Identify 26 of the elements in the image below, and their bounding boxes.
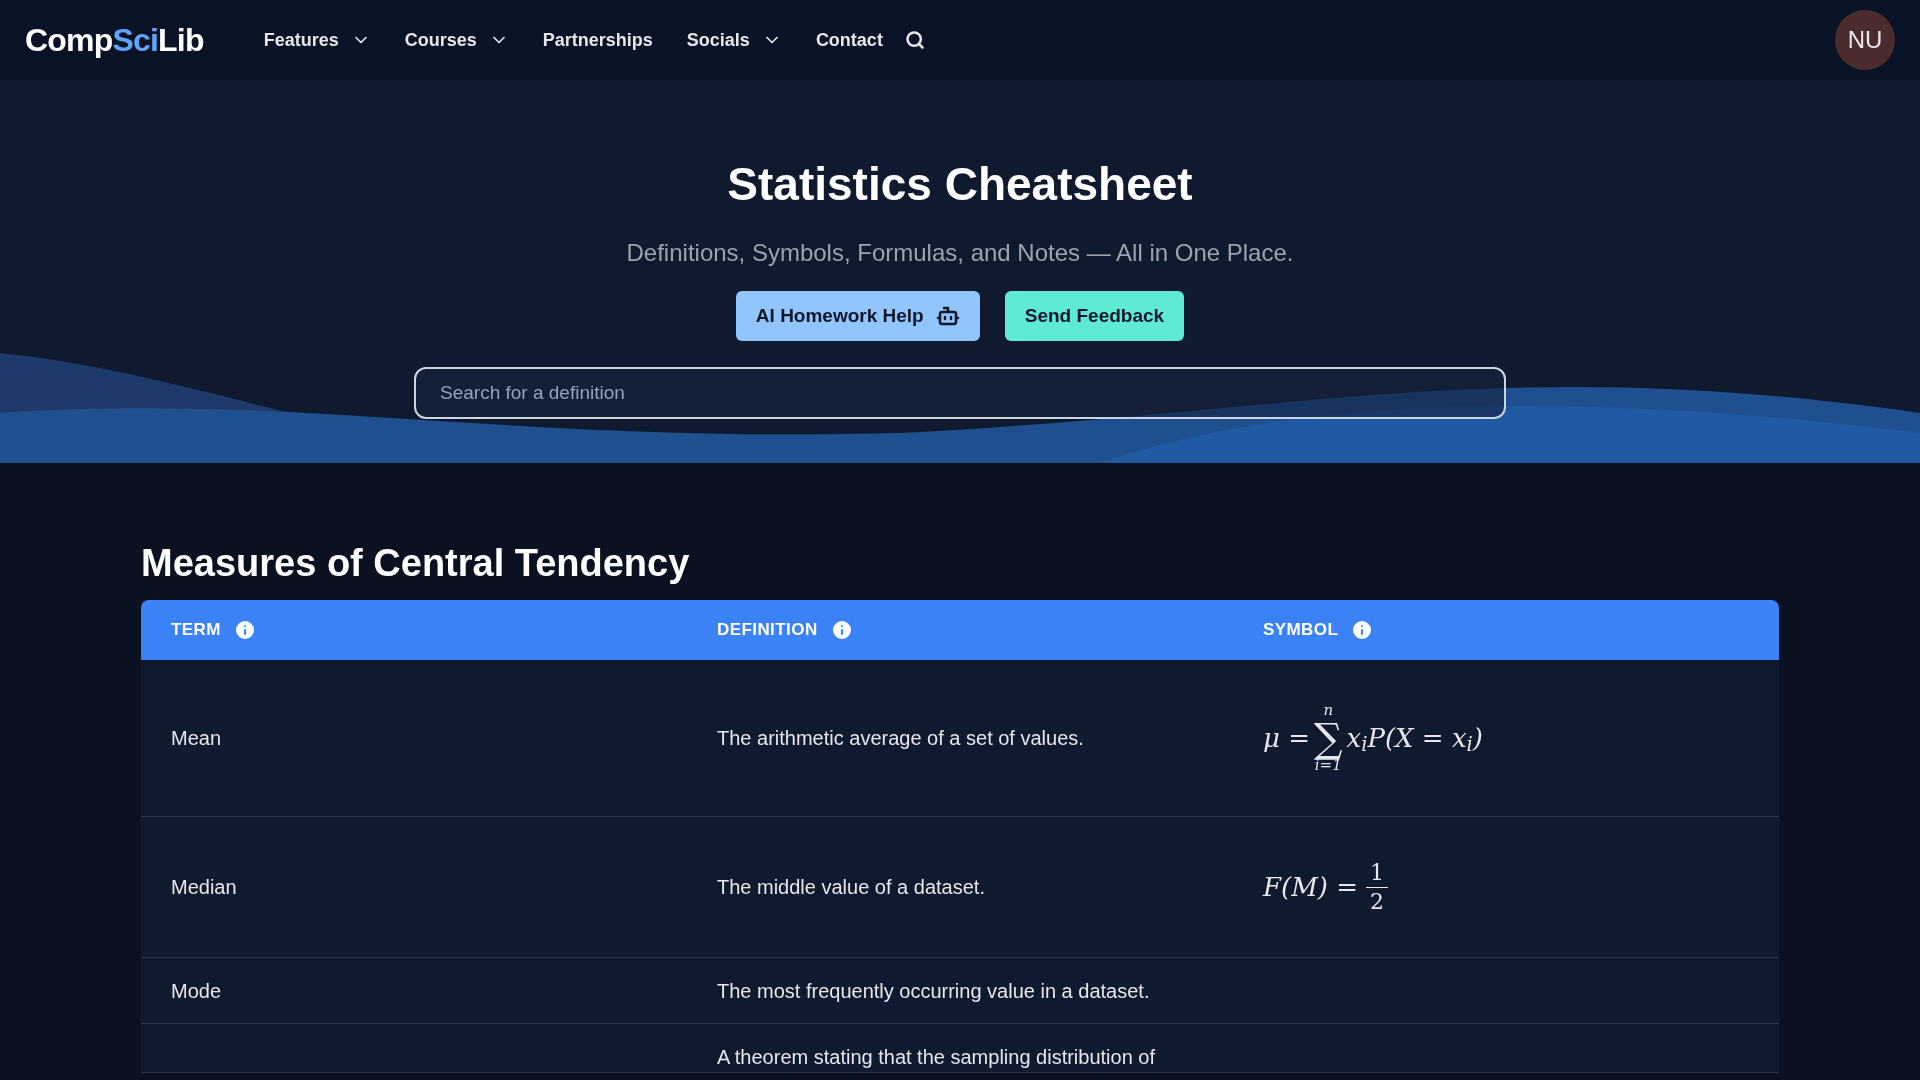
- term-cell: Mode: [171, 979, 222, 1002]
- section-heading: Measures of Central Tendency: [141, 541, 691, 586]
- term-cell: Median: [171, 876, 237, 898]
- page-title: Statistics Cheatsheet: [727, 157, 1193, 212]
- nav-link[interactable]: Contact: [815, 26, 883, 54]
- definition-cell: The arithmetic average of a set of values.: [717, 727, 1084, 749]
- term-cell: Mean: [171, 727, 222, 749]
- search-field[interactable]: Search for a definition: [414, 367, 1506, 419]
- formula: μ = n ∑ i=1 x$_{i}$P(X = x$_{i}$): [1263, 703, 1484, 773]
- column-header: DEFINITION: [717, 619, 818, 642]
- definition-cell: The middle value of a dataset.: [717, 876, 985, 898]
- logo[interactable]: CompSciLib: [25, 16, 204, 64]
- definition-cell: A theorem stating that the sampling distribution of: [717, 1046, 1156, 1068]
- ai-help-button[interactable]: AI Homework Help: [735, 291, 980, 341]
- feedback-button[interactable]: Send Feedback: [1004, 291, 1185, 341]
- robot-icon: [935, 304, 960, 328]
- column-header: SYMBOL: [1263, 619, 1339, 642]
- nav-link[interactable]: Courses: [404, 26, 509, 54]
- page-subtitle: Definitions, Symbols, Formulas, and Notes — All in One Place.: [626, 238, 1294, 268]
- user-avatar[interactable]: NU: [1835, 10, 1895, 70]
- nav-link[interactable]: Features: [263, 26, 371, 54]
- nav-link[interactable]: Partnerships: [542, 26, 653, 54]
- search-icon[interactable]: [904, 30, 925, 50]
- nav-link[interactable]: Socials: [686, 26, 782, 54]
- column-header: TERM: [171, 619, 221, 642]
- definition-cell: The most frequently occurring value in a dataset.: [717, 979, 1150, 1002]
